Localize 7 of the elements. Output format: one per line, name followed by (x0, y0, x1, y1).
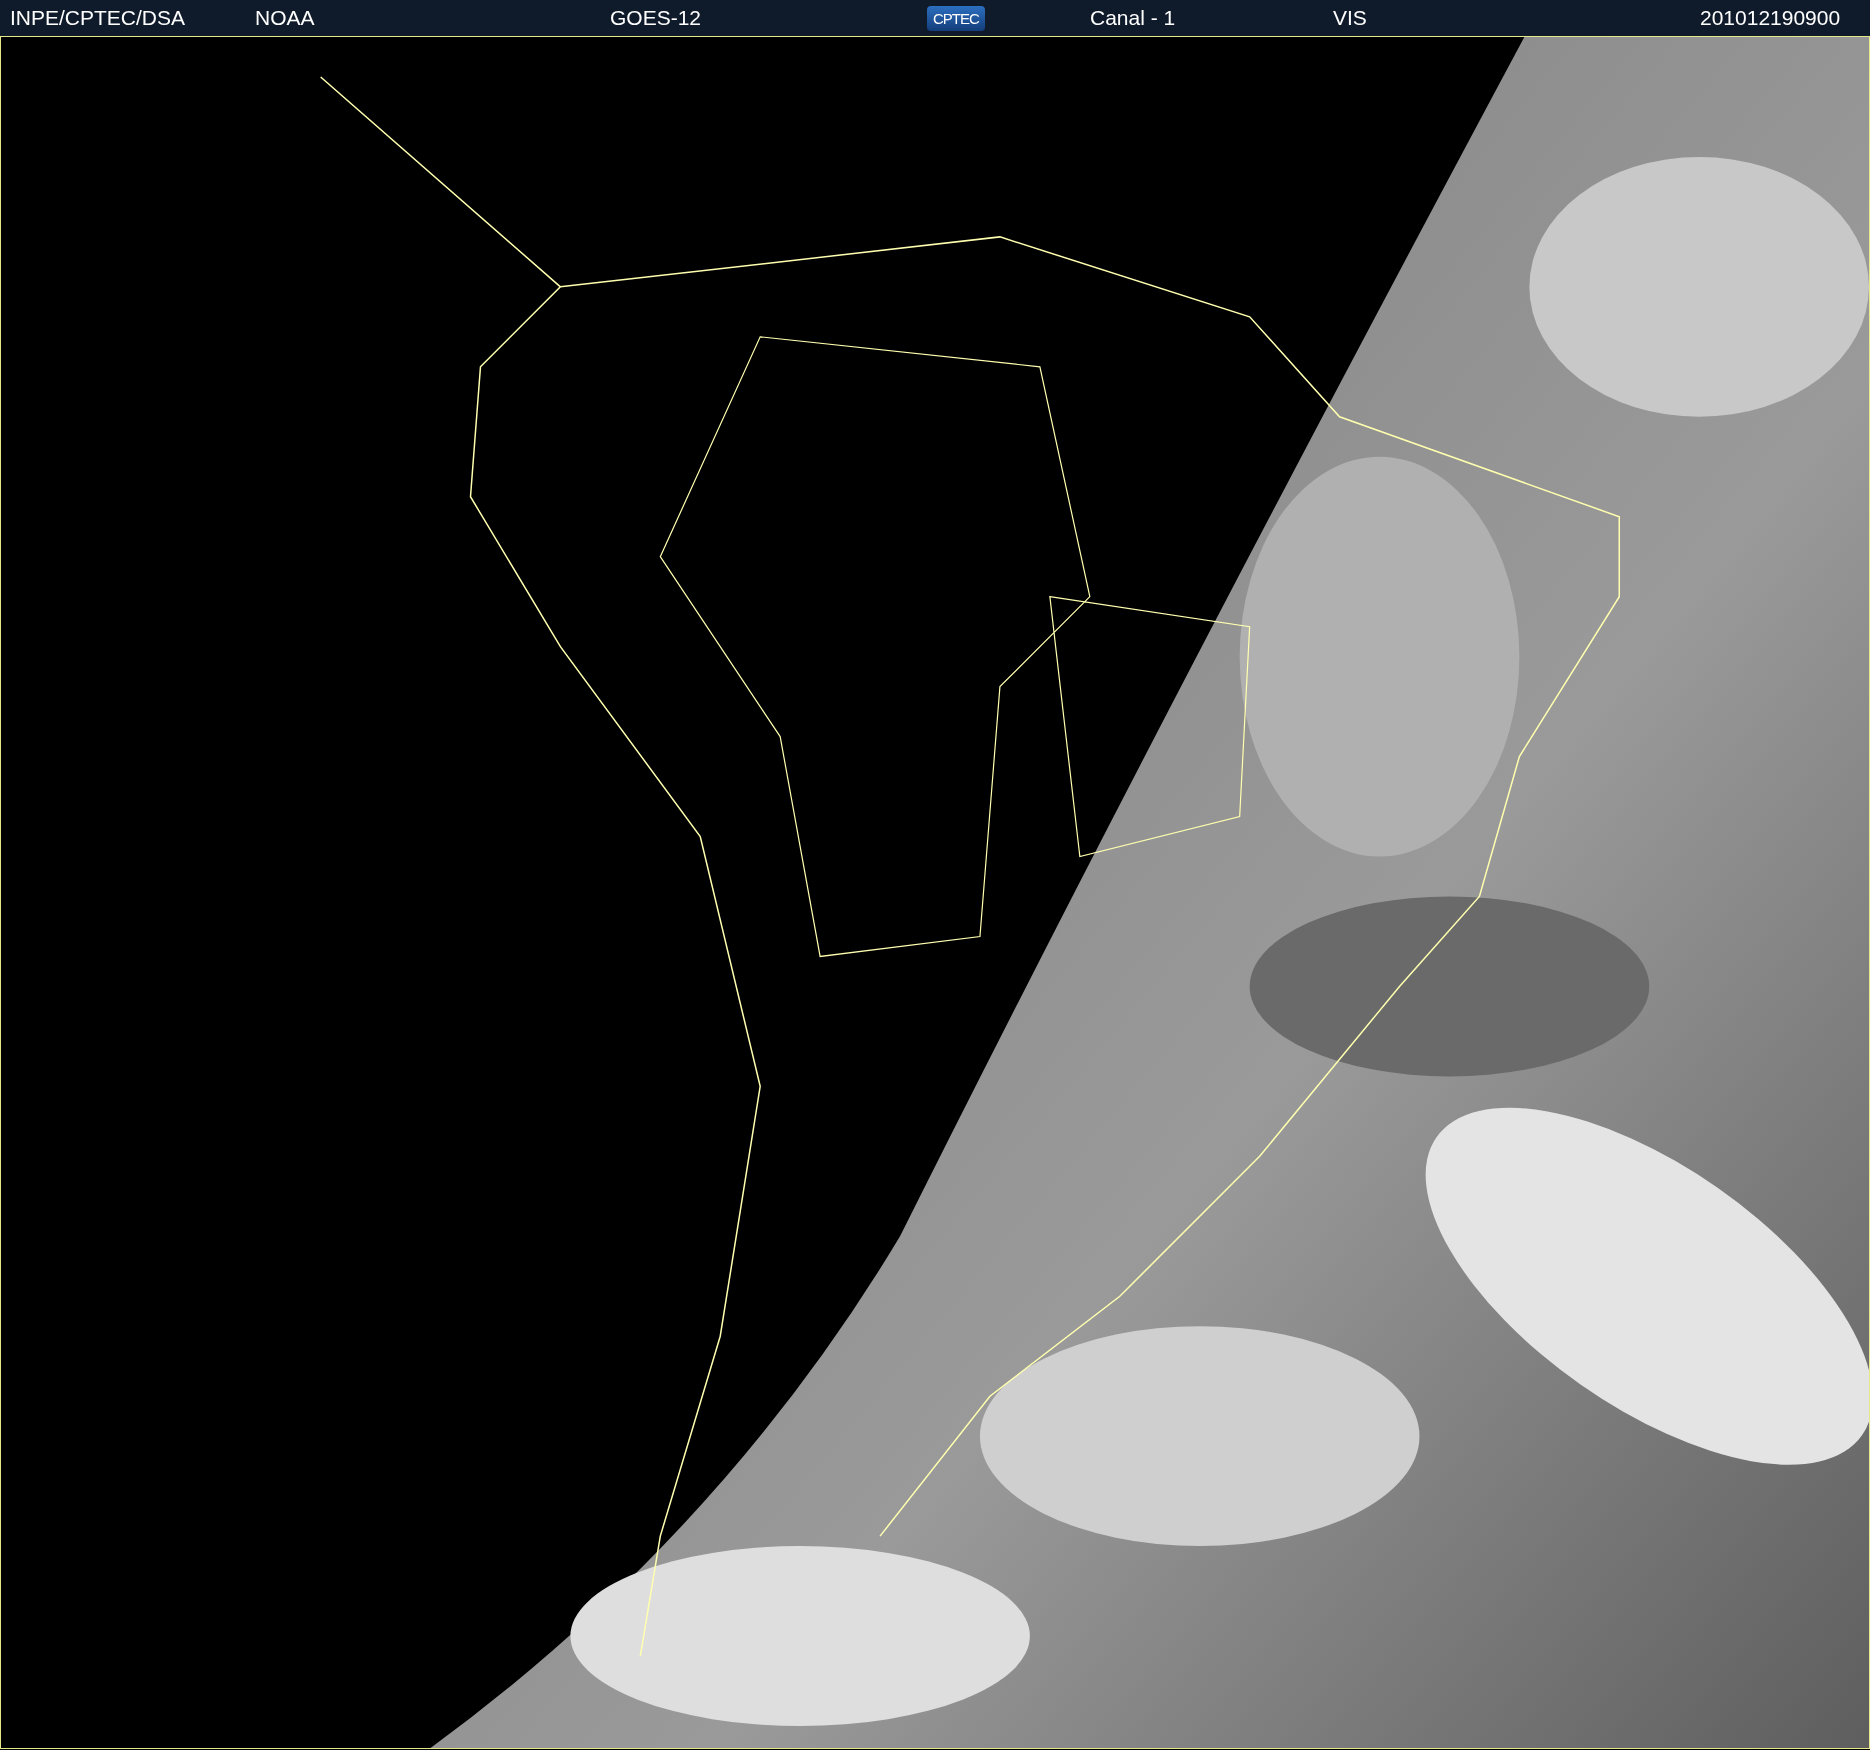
header-label: INPE/CPTEC/DSA (10, 6, 186, 30)
logo: CPTEC (927, 5, 985, 31)
header-label: Canal - 1 (1090, 6, 1176, 30)
header-label: 201012190900 (1700, 6, 1841, 30)
header-label: GOES-12 (610, 6, 702, 30)
header-label: NOAA (255, 6, 315, 30)
header-label: VIS (1333, 6, 1367, 30)
